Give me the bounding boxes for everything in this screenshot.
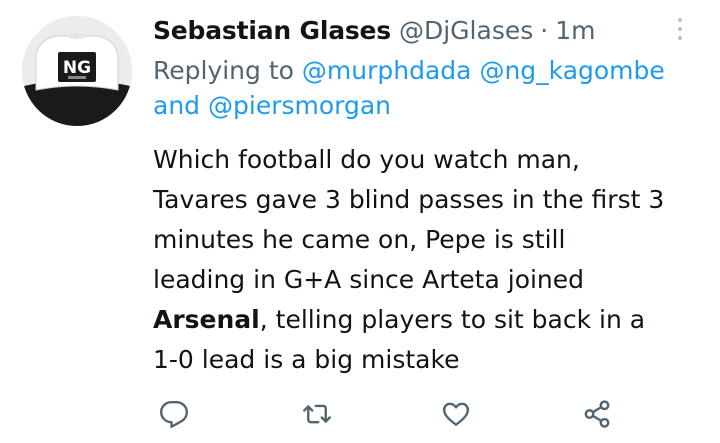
tweet-text-line: Arsenal, telling players to sit back in … <box>153 300 713 340</box>
tweet-text-line: 1-0 lead is a big mistake <box>153 345 460 374</box>
share-icon <box>584 400 610 428</box>
like-button[interactable] <box>437 395 475 433</box>
author-display-name[interactable]: Sebastian Glases <box>153 16 391 45</box>
tweet-text-line: Tavares gave 3 blind passes in the first… <box>153 185 665 214</box>
more-dot-icon <box>678 27 682 31</box>
tweet-timestamp[interactable]: 1m <box>555 16 595 45</box>
svg-text:NG: NG <box>63 58 91 78</box>
mention-link[interactable]: @piersmorgan <box>208 91 391 120</box>
reply-button[interactable] <box>155 395 193 433</box>
more-options-button[interactable] <box>667 14 693 44</box>
replying-to: Replying to @murphdada @ng_kagombe and @… <box>153 53 698 123</box>
tweet-text-line: leading in G+A since Arteta joined <box>153 265 585 294</box>
tweet-text-fragment: , telling players to sit back in a <box>259 305 646 334</box>
mention-link[interactable]: @murphdada <box>302 56 472 85</box>
comment-icon <box>160 400 188 428</box>
cap-logo-avatar-icon: NG <box>22 16 132 126</box>
bold-word: Arsenal <box>153 305 260 334</box>
replying-to-connector[interactable]: and <box>153 91 200 120</box>
mention-link[interactable]: @ng_kagombe <box>479 56 664 85</box>
replying-to-label: Replying to <box>153 56 294 85</box>
retweet-button[interactable] <box>298 395 336 433</box>
tweet: NG Sebastian Glases @DjGlases · 1m Reply… <box>0 0 720 443</box>
share-button[interactable] <box>578 395 616 433</box>
tweet-header: Sebastian Glases @DjGlases · 1m <box>153 12 595 48</box>
tweet-text-line: minutes he came on, Pepe is still <box>153 225 566 254</box>
more-dot-icon <box>678 36 682 40</box>
header-separator: · <box>540 15 549 45</box>
heart-icon <box>442 402 470 426</box>
more-dot-icon <box>678 18 682 22</box>
action-bar <box>0 395 720 433</box>
author-handle[interactable]: @DjGlases <box>399 16 533 45</box>
retweet-icon <box>303 404 331 424</box>
tweet-text-line: Which football do you watch man, <box>153 145 580 174</box>
tweet-text: Which football do you watch man, Tavares… <box>153 140 713 380</box>
avatar[interactable]: NG <box>22 16 132 126</box>
